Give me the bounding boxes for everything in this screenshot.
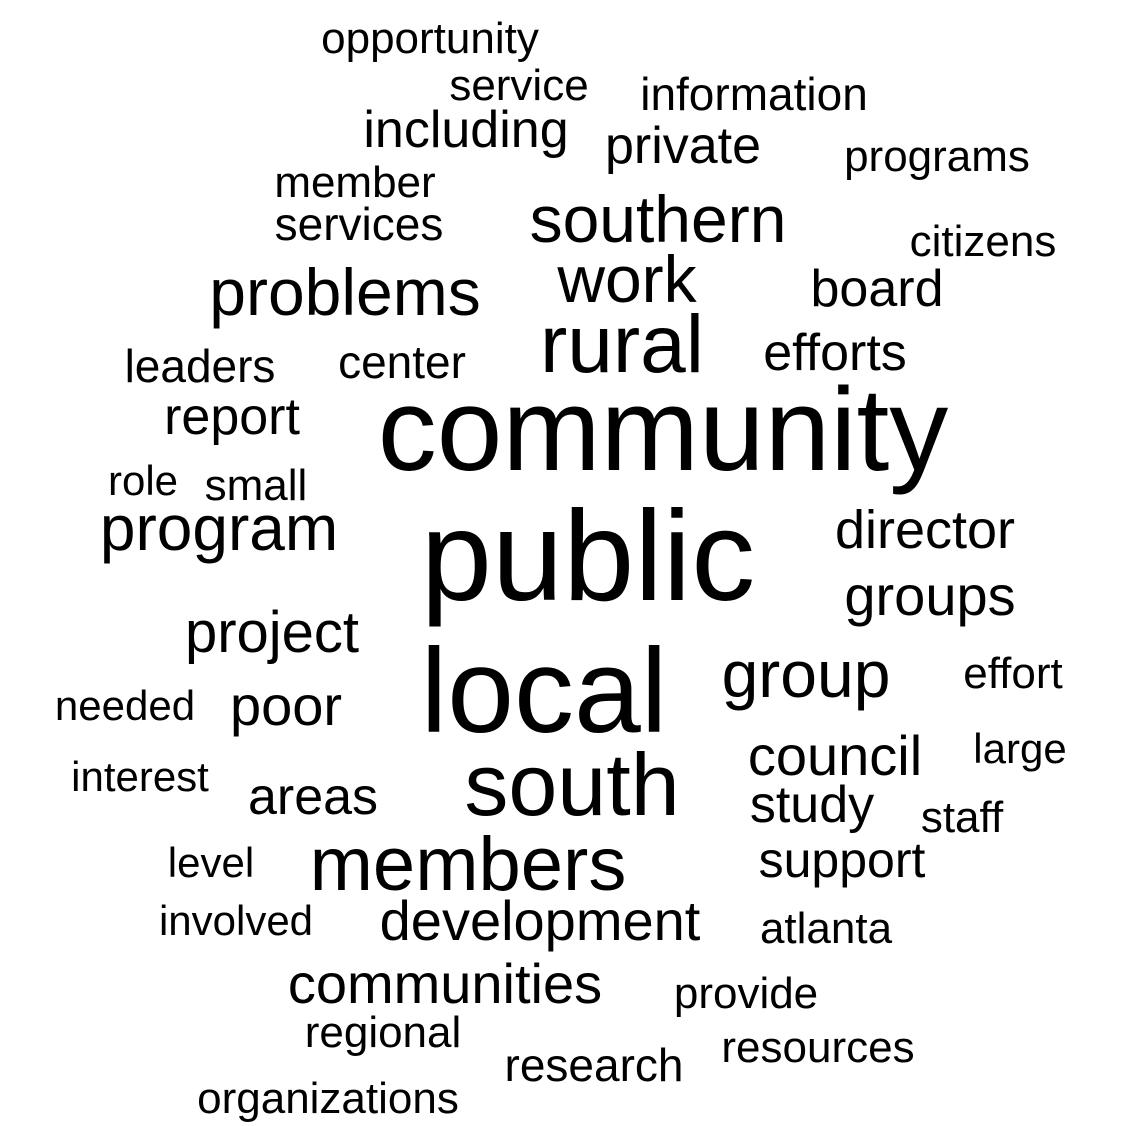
word-south: south xyxy=(464,735,679,834)
word-support: support xyxy=(759,832,926,888)
word-organizations: organizations xyxy=(197,1074,459,1123)
word-interest: interest xyxy=(71,753,209,800)
word-poor: poor xyxy=(230,674,342,737)
word-development: development xyxy=(380,889,701,952)
word-board: board xyxy=(811,260,944,318)
word-service: service xyxy=(449,61,588,110)
word-work: work xyxy=(556,242,697,316)
word-groups: groups xyxy=(844,564,1015,627)
word-communities: communities xyxy=(288,952,602,1015)
word-group: group xyxy=(722,637,891,711)
word-cloud-canvas: community public local south rural members sou… xyxy=(0,0,1126,1126)
word-resources: resources xyxy=(721,1023,914,1072)
word-public: public xyxy=(421,485,755,628)
word-cloud: communitypubliclocalsouthruralmemberssou… xyxy=(55,14,1067,1123)
word-problems: problems xyxy=(209,255,480,329)
word-research: research xyxy=(505,1039,684,1091)
word-efforts: efforts xyxy=(763,324,907,382)
word-role: role xyxy=(108,457,178,504)
word-small: small xyxy=(205,461,308,510)
word-areas: areas xyxy=(248,768,378,826)
word-citizens: citizens xyxy=(910,217,1057,266)
word-regional: regional xyxy=(305,1008,462,1057)
word-provide: provide xyxy=(674,969,818,1018)
word-project: project xyxy=(185,600,359,665)
word-involved: involved xyxy=(159,897,313,944)
word-information: information xyxy=(640,68,868,120)
word-member: member xyxy=(274,158,435,207)
word-leaders: leaders xyxy=(125,340,276,392)
word-staff: staff xyxy=(921,793,1004,842)
word-atlanta: atlanta xyxy=(760,904,893,953)
word-opportunity: opportunity xyxy=(321,14,539,63)
word-study: study xyxy=(750,776,874,834)
word-needed: needed xyxy=(55,682,195,729)
word-director: director xyxy=(835,500,1015,560)
word-center: center xyxy=(338,336,466,388)
word-effort: effort xyxy=(963,649,1062,698)
word-report: report xyxy=(164,388,300,446)
word-private: private xyxy=(605,117,761,175)
word-level: level xyxy=(168,839,254,886)
word-large: large xyxy=(973,725,1066,772)
word-programs: programs xyxy=(844,132,1030,181)
